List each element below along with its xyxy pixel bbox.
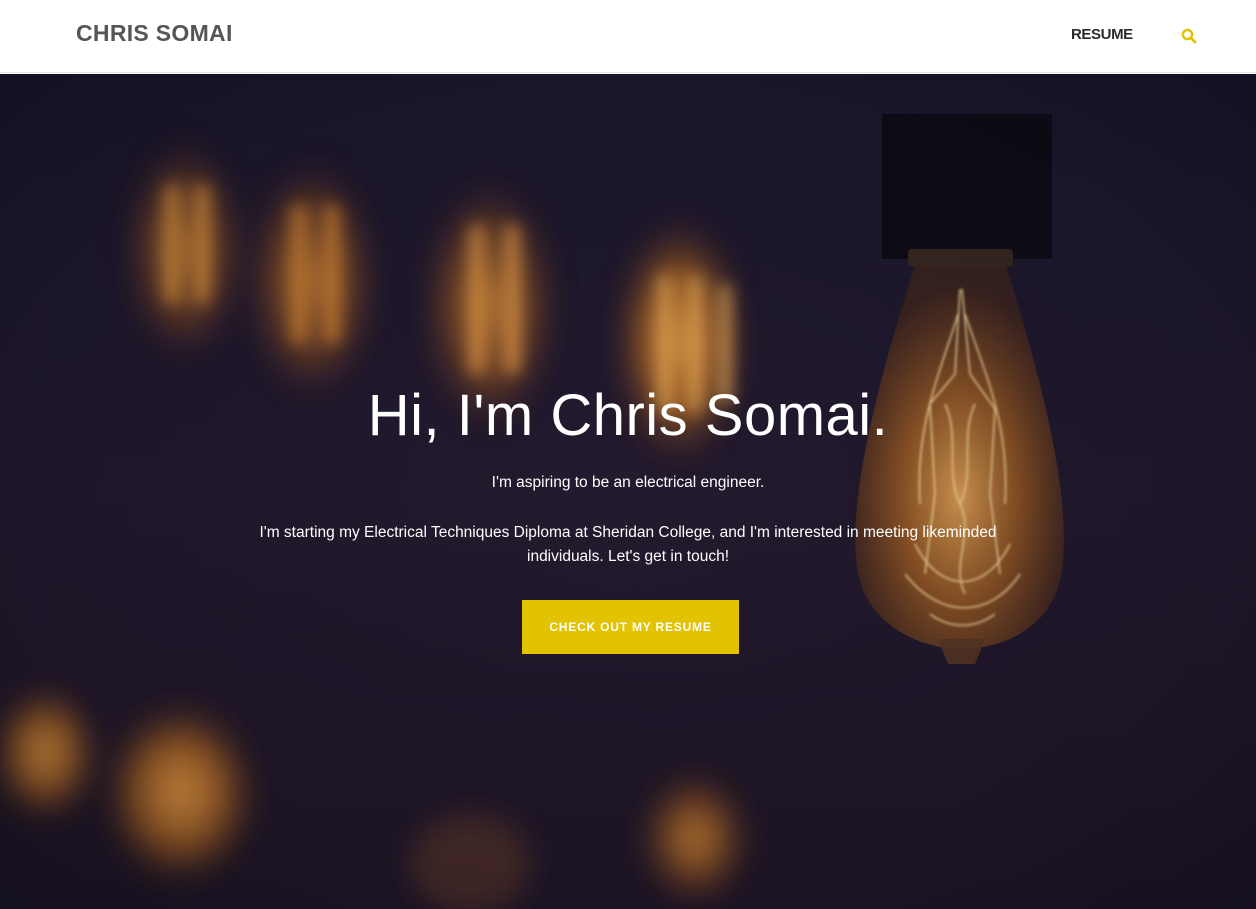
hero-section: Hi, I'm Chris Somai. I'm aspiring to be … (0, 74, 1256, 909)
hero-heading: Hi, I'm Chris Somai. (367, 383, 889, 448)
nav-resume-link[interactable]: RESUME (1071, 26, 1133, 43)
search-icon[interactable] (1180, 27, 1198, 45)
check-out-resume-button[interactable]: CHECK OUT MY RESUME (522, 600, 739, 654)
site-title-link[interactable]: CHRIS SOMAI (76, 20, 233, 47)
site-header: CHRIS SOMAI RESUME (0, 0, 1256, 73)
hero-subheading: I'm aspiring to be an electrical enginee… (491, 474, 765, 491)
hero-description: I'm starting my Electrical Techniques Di… (259, 524, 997, 565)
